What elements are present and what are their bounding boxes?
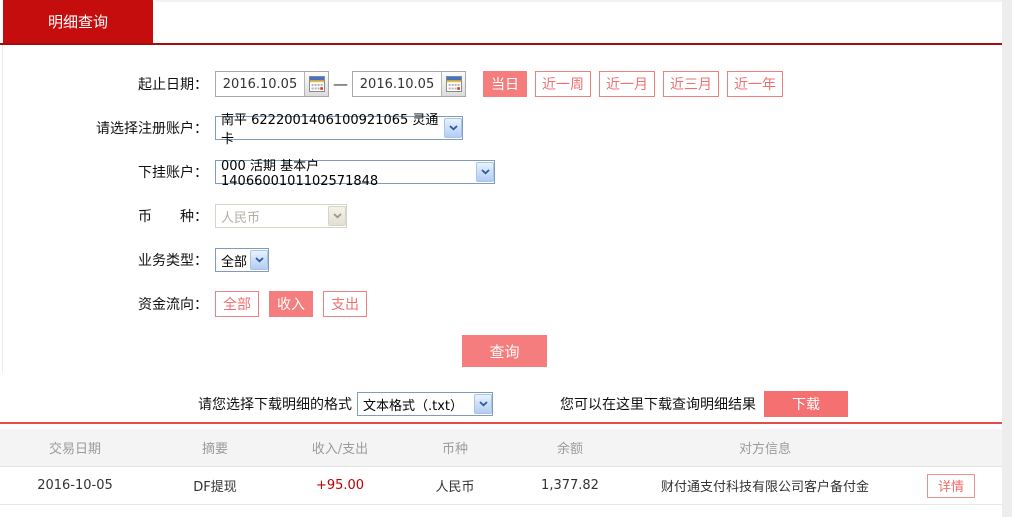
table-row: 2016-10-05 DF提现 +95.00 人民币 1,377.82 财付通支… [0, 467, 1002, 505]
registered-account-select[interactable]: 南平 6222001406100921065 灵通卡 [215, 113, 463, 147]
sub-account-select[interactable]: 000 活期 基本户 1406600101102571848 [215, 159, 495, 189]
business-type-select[interactable]: 全部 [215, 248, 269, 272]
scrollbar-track[interactable] [1002, 0, 1012, 517]
header-balance: 余额 [556, 442, 583, 457]
query-form: 起止日期： 2016.10.05 — 2016.10.05 当日 近一周 近一月… [0, 71, 1002, 417]
top-divider [155, 0, 1002, 2]
fund-flow-all-button[interactable]: 全部 [215, 291, 259, 317]
business-type-label: 业务类型： [138, 253, 208, 269]
sub-account-row: 下挂账户： 000 活期 基本户 1406600101102571848 [0, 159, 1002, 189]
detail-button[interactable]: 详情 [927, 473, 975, 498]
currency-label: 币 种： [138, 209, 208, 225]
download-row: 请您选择下载明细的格式 文本格式（.txt） 您可以在这里下载查询明细结果 下载 [0, 391, 1002, 417]
tab-underline [0, 43, 1002, 45]
date-range-row: 起止日期： 2016.10.05 — 2016.10.05 当日 近一周 近一月… [0, 71, 1002, 97]
tab-detail-query[interactable]: 明细查询 [3, 0, 153, 43]
download-format-select[interactable]: 文本格式（.txt） [357, 392, 493, 416]
chevron-down-icon [474, 394, 492, 414]
range-button-month[interactable]: 近一月 [599, 71, 655, 97]
cell-summary: DF提现 [193, 480, 237, 495]
registered-account-value: 南平 6222001406100921065 灵通卡 [221, 113, 439, 147]
download-button[interactable]: 下载 [764, 391, 848, 417]
business-type-row: 业务类型： 全部 [0, 247, 1002, 273]
header-currency: 币种 [441, 442, 468, 457]
calendar-icon [308, 76, 325, 92]
results-divider [0, 422, 1002, 424]
range-button-today[interactable]: 当日 [483, 71, 527, 97]
cell-balance: 1,377.82 [541, 478, 599, 493]
cell-currency: 人民币 [435, 480, 475, 495]
chevron-down-icon [250, 250, 268, 270]
download-format-label: 请您选择下载明细的格式 [198, 397, 352, 413]
query-button-row: 查询 [462, 335, 1002, 367]
registered-account-row: 请选择注册账户： 南平 6222001406100921065 灵通卡 [0, 113, 1002, 147]
date-range-label: 起止日期： [138, 77, 208, 93]
date-range-separator: — [333, 75, 348, 93]
chevron-down-icon [476, 162, 494, 182]
chevron-down-icon [444, 118, 462, 138]
header-trade-date: 交易日期 [48, 442, 101, 457]
fund-flow-label: 资金流向： [138, 297, 208, 313]
chevron-down-icon [328, 206, 346, 226]
currency-row: 币 种： 人民币 [0, 203, 1002, 229]
registered-account-label: 请选择注册账户： [96, 121, 208, 137]
end-date-input[interactable]: 2016.10.05 [352, 71, 466, 97]
tab-label: 明细查询 [47, 13, 108, 31]
header-income-expense: 收入/支出 [311, 442, 369, 457]
cell-trade-date: 2016-10-05 [37, 478, 113, 493]
sub-account-label: 下挂账户： [138, 165, 208, 181]
header-counterparty: 对方信息 [738, 442, 791, 457]
fund-flow-row: 资金流向： 全部 收入 支出 [0, 291, 1002, 317]
cell-counterparty: 财付通支付科技有限公司客户备付金 [660, 480, 869, 495]
range-button-week[interactable]: 近一周 [535, 71, 591, 97]
start-date-input[interactable]: 2016.10.05 [215, 71, 329, 97]
query-button[interactable]: 查询 [462, 335, 547, 367]
fund-flow-expense-button[interactable]: 支出 [323, 291, 367, 317]
cell-amount: +95.00 [315, 478, 365, 493]
sub-account-value: 000 活期 基本户 1406600101102571848 [221, 159, 379, 189]
currency-select-disabled: 人民币 [215, 204, 347, 228]
detail-query-page: 明细查询 起止日期： 2016.10.05 — 2016.10.05 当日 近一… [0, 0, 1012, 517]
business-type-value: 全部 [221, 254, 248, 270]
table-header-row: 交易日期 摘要 收入/支出 币种 余额 对方信息 [0, 429, 1002, 467]
download-format-value: 文本格式（.txt） [363, 398, 464, 414]
range-button-quarter[interactable]: 近三月 [663, 71, 719, 97]
download-hint-text: 您可以在这里下载查询明细结果 [560, 397, 756, 413]
header-summary: 摘要 [201, 442, 228, 457]
results-table: 交易日期 摘要 收入/支出 币种 余额 对方信息 2016-10-05 DF提现… [0, 429, 1002, 505]
end-date-value: 2016.10.05 [359, 76, 435, 92]
calendar-icon [445, 76, 462, 92]
start-date-calendar-button[interactable] [304, 72, 328, 96]
range-button-year[interactable]: 近一年 [727, 71, 783, 97]
currency-value: 人民币 [221, 210, 261, 226]
start-date-value: 2016.10.05 [222, 76, 298, 92]
fund-flow-income-button[interactable]: 收入 [269, 291, 313, 317]
end-date-calendar-button[interactable] [441, 72, 465, 96]
cell-actions: 详情 [900, 473, 1002, 498]
